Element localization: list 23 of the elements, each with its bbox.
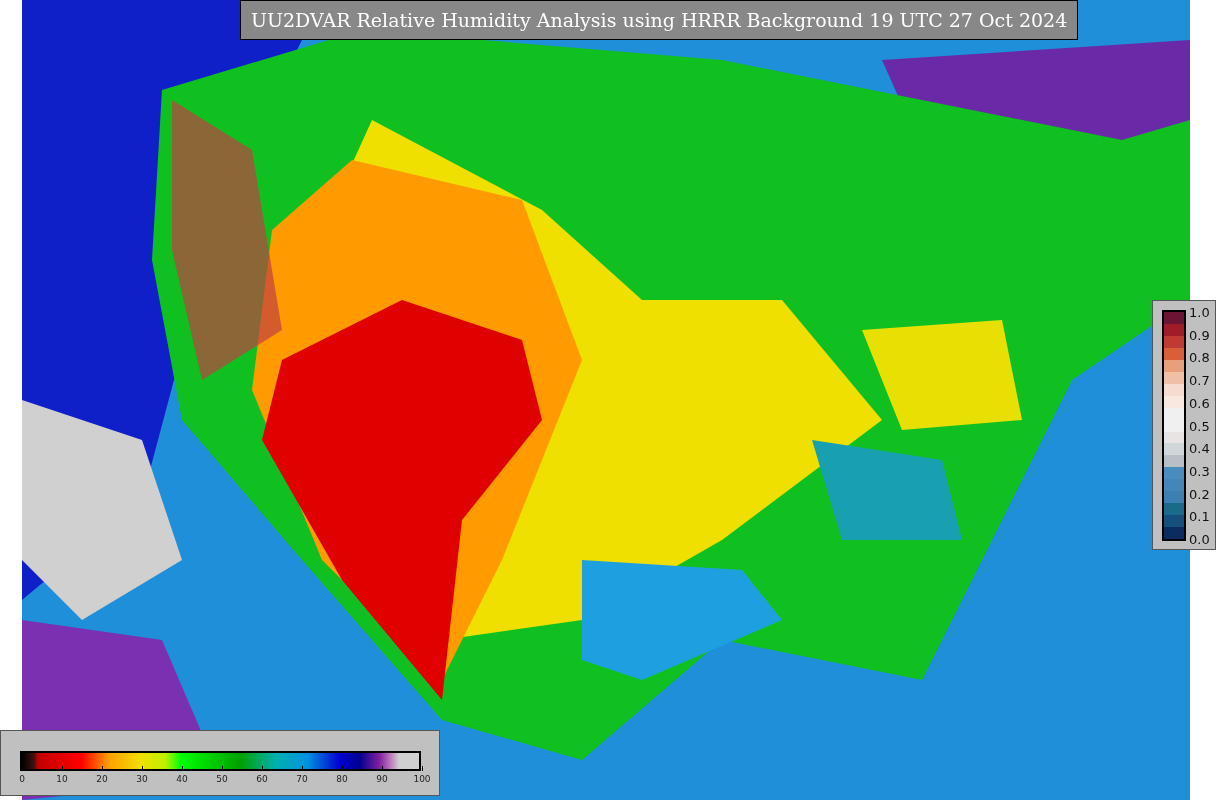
scale-label: 0.2 xyxy=(1189,487,1210,501)
scale-label: 0.9 xyxy=(1189,328,1210,342)
scale-label: 70 xyxy=(296,775,308,784)
scale-label: 30 xyxy=(136,775,148,784)
scale-label: 0.3 xyxy=(1189,464,1210,478)
scale-label: 0.7 xyxy=(1189,373,1210,387)
scale-label: 40 xyxy=(176,775,188,784)
scale-label: 90 xyxy=(376,775,388,784)
scale-label: 0.6 xyxy=(1189,396,1210,410)
scale-label: 0.1 xyxy=(1189,509,1210,523)
map-title: UU2DVAR Relative Humidity Analysis using HRRR Background 19 UTC 27 Oct 2024 xyxy=(240,0,1079,40)
scale-label: 0 xyxy=(19,775,25,784)
scale-label: 10 xyxy=(56,775,68,784)
scale-label: 0.0 xyxy=(1189,532,1210,546)
scale-label: 0.8 xyxy=(1189,350,1210,364)
scale-label: 0.5 xyxy=(1189,419,1210,432)
scale-label: 60 xyxy=(256,775,268,784)
scale-label: 80 xyxy=(336,775,348,784)
scale-label: 50 xyxy=(216,775,228,784)
scale-label: 0.4 xyxy=(1189,441,1210,455)
scale-label: 1.0 xyxy=(1189,305,1210,319)
scale-label: 20 xyxy=(96,775,108,784)
scale-label: 100 xyxy=(413,775,431,784)
